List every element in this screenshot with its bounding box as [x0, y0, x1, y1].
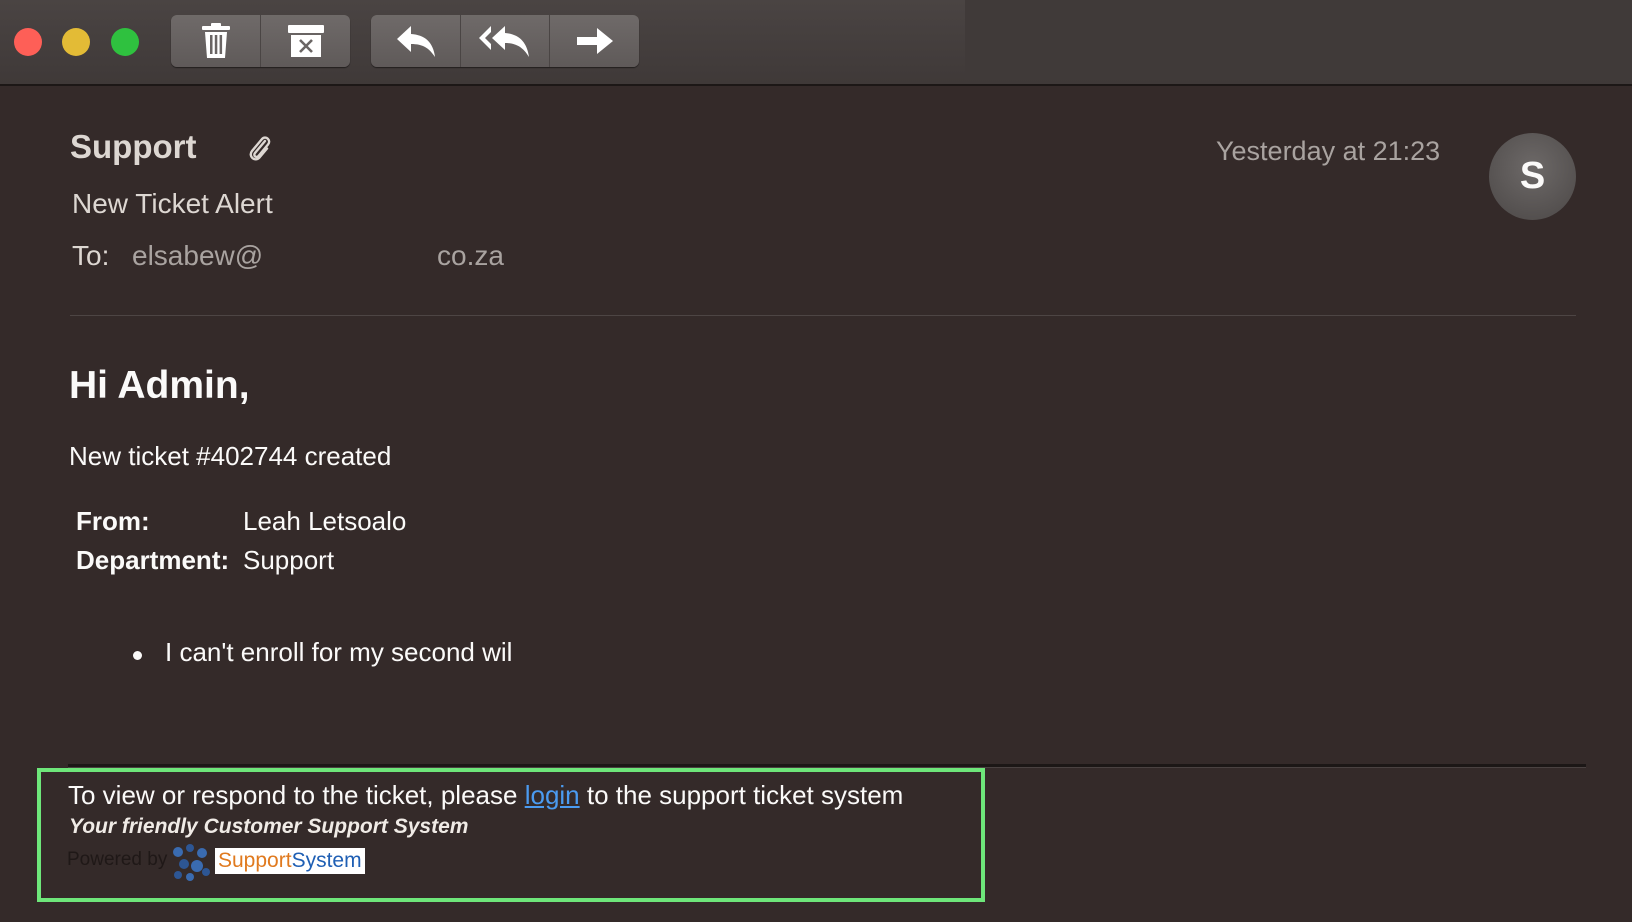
paperclip-icon: [249, 136, 271, 161]
footer-instructions: To view or respond to the ticket, please…: [68, 780, 903, 811]
toolbar: [0, 0, 1632, 86]
reply-button[interactable]: [371, 15, 461, 67]
supportsystem-logo-icon[interactable]: [170, 842, 214, 882]
ticket-created-line: New ticket #402744 created: [69, 441, 392, 471]
from-label: From:: [76, 506, 150, 536]
powered-by-label: Powered by: [67, 849, 168, 870]
email-timestamp: Yesterday at 21:23: [1216, 136, 1441, 166]
minimize-window-button[interactable]: [62, 28, 90, 56]
recipient-address[interactable]: elsabew@: [132, 240, 263, 272]
close-window-button[interactable]: [14, 28, 42, 56]
footer-tagline: Your friendly Customer Support System: [69, 815, 469, 838]
junk-button[interactable]: [261, 15, 350, 67]
supportsystem-brand-link[interactable]: SupportSystem: [215, 848, 365, 874]
forward-icon: [576, 28, 613, 54]
department-value: Support: [243, 545, 335, 575]
reply-all-button[interactable]: [461, 15, 550, 67]
bullet-dot: [133, 651, 142, 660]
trash-icon: [201, 23, 230, 58]
forward-button[interactable]: [550, 15, 639, 67]
sender-avatar: S: [1489, 133, 1576, 220]
footer-text-before: To view or respond to the ticket, please: [68, 780, 525, 810]
to-label: To:: [72, 240, 110, 271]
login-link[interactable]: login: [525, 780, 580, 810]
toolbar-shade: [965, 0, 1632, 80]
sender-name: Support: [70, 128, 197, 165]
recipient-domain[interactable]: co.za: [437, 240, 504, 272]
delete-button[interactable]: [171, 15, 261, 67]
recipient-row: To: elsabew@ co.za: [72, 240, 532, 280]
delete-button-group: [171, 15, 350, 67]
archive-icon: [287, 25, 324, 57]
brand-part-support: Support: [218, 849, 292, 872]
reply-button-group: [371, 15, 639, 67]
department-label: Department:: [76, 545, 230, 575]
header-divider: [70, 315, 1576, 316]
reply-icon: [396, 26, 435, 57]
reply-all-icon: [479, 26, 529, 57]
zoom-window-button[interactable]: [111, 28, 139, 56]
brand-part-system: System: [291, 849, 362, 872]
footer-text-after: to the support ticket system: [579, 780, 904, 810]
from-value: Leah Letsoalo: [243, 506, 407, 536]
email-subject: New Ticket Alert: [72, 188, 273, 219]
greeting: Hi Admin,: [69, 364, 250, 407]
ticket-message-item: I can't enroll for my second wil: [165, 637, 513, 667]
